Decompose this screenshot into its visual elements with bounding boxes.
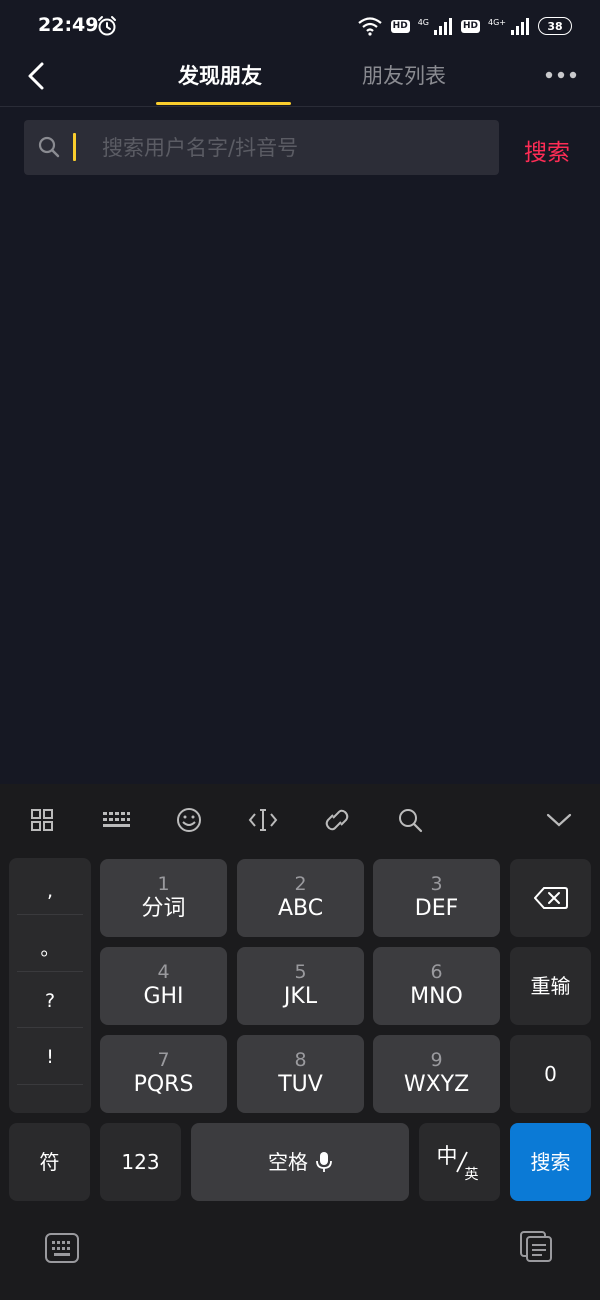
key-number: 8: [294, 1049, 307, 1071]
key-label: 重输: [530, 974, 571, 998]
key-label: 分词: [141, 896, 186, 921]
search-button[interactable]: 搜索: [524, 133, 570, 167]
clipboard-icon[interactable]: [518, 1230, 554, 1262]
number-mode-key[interactable]: 123: [100, 1123, 181, 1201]
keyboard-layout-icon[interactable]: [101, 806, 131, 834]
punctuation-question-key[interactable]: ?: [9, 990, 91, 1012]
key-2[interactable]: 2 ABC: [237, 859, 364, 937]
alarm-icon: [98, 16, 116, 36]
key-4[interactable]: 4 GHI: [100, 947, 227, 1025]
keyboard-search-key[interactable]: 搜索: [510, 1123, 591, 1201]
punctuation-exclaim-key[interactable]: !: [9, 1046, 91, 1068]
punctuation-divider: [17, 1027, 83, 1028]
search-input[interactable]: [78, 128, 488, 167]
backspace-icon: [533, 887, 568, 909]
key-label: 符: [39, 1150, 60, 1174]
key-6[interactable]: 6 MNO: [373, 947, 500, 1025]
key-label: TUV: [278, 1072, 323, 1097]
key-label: 空格: [268, 1150, 308, 1174]
punctuation-divider: [17, 971, 83, 972]
key-5[interactable]: 5 JKL: [237, 947, 364, 1025]
hd-badge: HD: [390, 19, 410, 33]
punctuation-period-key[interactable]: 。: [9, 934, 91, 961]
signal-icon: [433, 18, 452, 35]
cursor-icon[interactable]: [248, 806, 278, 834]
key-number: 6: [430, 961, 443, 983]
punctuation-divider: [17, 1084, 83, 1085]
hd-badge: HD: [460, 19, 480, 33]
network-label: 4G: [417, 17, 429, 27]
key-label: 123: [121, 1150, 160, 1174]
status-indicators: HD 4G HD 4G+ 38: [357, 14, 572, 38]
tab-friend-list[interactable]: 朋友列表: [362, 60, 446, 90]
collapse-icon[interactable]: [544, 806, 574, 834]
text-caret: [73, 133, 76, 161]
language-switch-key[interactable]: 中 英: [419, 1123, 500, 1201]
key-label: JKL: [283, 984, 318, 1009]
key-number: 4: [157, 961, 170, 983]
wifi-icon: [357, 17, 382, 36]
key-label: PQRS: [133, 1072, 194, 1097]
search-box[interactable]: [24, 120, 499, 175]
key-number: 1: [157, 873, 170, 895]
header: 发现朋友 朋友列表: [0, 54, 600, 107]
clipboard-link-icon[interactable]: [322, 806, 352, 834]
key-number: 9: [430, 1049, 443, 1071]
key-8[interactable]: 8 TUV: [237, 1035, 364, 1113]
active-tab-indicator: [156, 102, 291, 105]
signal-icon: [511, 18, 529, 35]
reenter-key[interactable]: 重输: [510, 947, 591, 1025]
key-label: DEF: [414, 896, 459, 921]
key-label: GHI: [143, 984, 184, 1009]
key-3[interactable]: 3 DEF: [373, 859, 500, 937]
battery-icon: 38: [538, 17, 572, 35]
space-key[interactable]: 空格: [191, 1123, 409, 1201]
key-number: 2: [294, 873, 307, 895]
tab-discover-friends[interactable]: 发现朋友: [178, 60, 262, 90]
search-icon[interactable]: [396, 806, 426, 834]
status-time: 22:49: [38, 14, 99, 36]
key-1[interactable]: 1 分词: [100, 859, 227, 937]
key-label: MNO: [410, 984, 463, 1009]
keyboard-switch-icon[interactable]: [44, 1232, 80, 1264]
backspace-key[interactable]: [510, 859, 591, 937]
key-label: 0: [544, 1062, 557, 1086]
key-label: 搜索: [530, 1150, 571, 1174]
key-label: WXYZ: [403, 1072, 470, 1097]
key-number: 7: [157, 1049, 170, 1071]
status-bar: 22:49 HD 4G HD 4G+ 38: [0, 0, 600, 54]
key-label: ABC: [277, 896, 324, 921]
symbol-key[interactable]: 符: [9, 1123, 90, 1201]
search-icon: [38, 136, 60, 158]
back-icon[interactable]: [24, 60, 48, 92]
network-label: 4G+: [488, 17, 506, 27]
zero-key[interactable]: 0: [510, 1035, 591, 1113]
language-switch-glyph: 中 英: [435, 1140, 485, 1184]
apps-icon[interactable]: [27, 806, 57, 834]
key-number: 5: [294, 961, 307, 983]
microphone-icon: [316, 1152, 332, 1172]
key-number: 3: [430, 873, 443, 895]
punctuation-divider: [17, 914, 83, 915]
key-sublabel: 英: [464, 1167, 479, 1183]
key-9[interactable]: 9 WXYZ: [373, 1035, 500, 1113]
more-icon[interactable]: [544, 70, 578, 80]
punctuation-comma-key[interactable]: ,: [9, 880, 91, 902]
emoji-icon[interactable]: [174, 806, 204, 834]
key-7[interactable]: 7 PQRS: [100, 1035, 227, 1113]
